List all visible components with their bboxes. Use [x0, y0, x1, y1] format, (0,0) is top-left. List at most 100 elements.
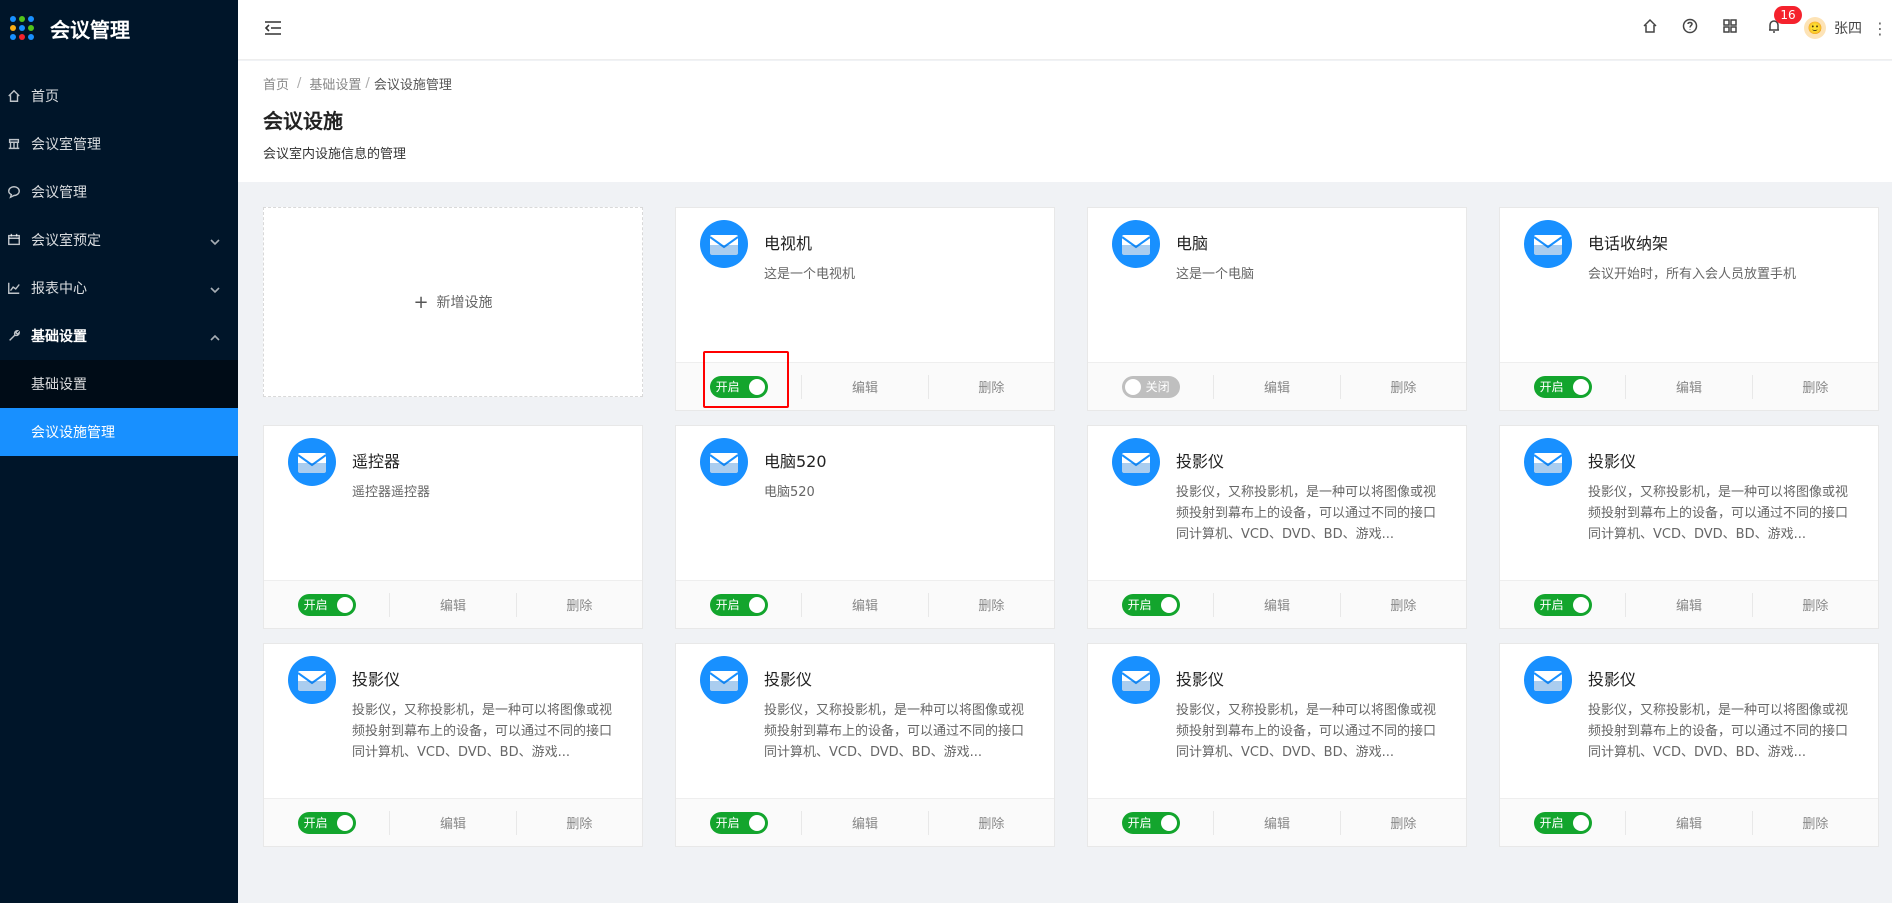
facility-title: 电视机	[764, 234, 813, 253]
sidebar-item-label: 会议室预定	[31, 233, 101, 249]
menu-fold-icon[interactable]	[263, 19, 283, 37]
edit-button[interactable]: 编辑	[1626, 374, 1753, 399]
delete-button[interactable]: 删除	[517, 811, 642, 835]
breadcrumb-basic-settings[interactable]: 基础设置	[309, 74, 361, 93]
edit-button[interactable]: 编辑	[1626, 592, 1753, 617]
sidebar-subitem-facility-management[interactable]: 会议设施管理	[0, 408, 238, 456]
status-switch[interactable]: 开启	[1533, 375, 1592, 398]
delete-button[interactable]: 删除	[929, 375, 1054, 399]
facility-description: 投影仪，又称投影机，是一种可以将图像或视频投射到幕布上的设备，可以通过不同的接口…	[1588, 703, 1849, 760]
delete-button[interactable]: 删除	[1341, 375, 1466, 399]
edit-button[interactable]: 编辑	[802, 374, 929, 399]
add-facility-button[interactable]: + 新增设施	[263, 207, 643, 397]
breadcrumb-separator: /	[297, 75, 302, 91]
facility-title: 电脑520	[764, 452, 827, 471]
facility-description: 遥控器遥控器	[352, 485, 431, 500]
delete-button[interactable]: 删除	[1341, 593, 1466, 617]
edit-button[interactable]: 编辑	[1214, 374, 1341, 399]
help-button[interactable]	[1670, 0, 1710, 56]
sidebar: 会议管理 首页 会议室管理 会议管理 会议室预定 报表中心 基础设置 基础设置 …	[0, 0, 238, 903]
sidebar-subitem-basic-settings[interactable]: 基础设置	[0, 360, 238, 408]
facility-card: 电脑 这是一个电脑 关闭 编辑 删除	[1087, 207, 1467, 411]
envelope-icon	[700, 656, 748, 704]
submenu-basic-settings: 基础设置 会议设施管理	[0, 360, 238, 456]
edit-button[interactable]: 编辑	[1214, 810, 1341, 835]
edit-button[interactable]: 编辑	[802, 810, 929, 835]
status-switch[interactable]: 开启	[709, 811, 768, 834]
facility-card-grid: + 新增设施 电视机 这是一个电视机 开启 编辑 删除 电脑 这是一个电脑 关闭…	[263, 207, 1879, 847]
status-switch[interactable]: 开启	[1533, 811, 1592, 834]
edit-button[interactable]: 编辑	[802, 592, 929, 617]
apps-button[interactable]	[1710, 0, 1750, 56]
facility-card: 投影仪 投影仪，又称投影机，是一种可以将图像或视频投射到幕布上的设备，可以通过不…	[1499, 425, 1879, 629]
question-icon	[1682, 18, 1698, 38]
home-icon	[6, 88, 22, 104]
status-toggle-cell: 开启	[1088, 810, 1215, 835]
breadcrumb-home[interactable]: 首页	[263, 74, 289, 93]
sidebar-item-reports[interactable]: 报表中心	[0, 264, 238, 312]
delete-button[interactable]: 删除	[929, 811, 1054, 835]
facility-card-actions: 开启 编辑 删除	[1088, 798, 1466, 846]
facility-title: 投影仪	[764, 670, 813, 689]
envelope-icon	[1112, 220, 1160, 268]
sidebar-item-meetings[interactable]: 会议管理	[0, 168, 238, 216]
facility-card-text: 遥控器 遥控器遥控器	[352, 438, 618, 581]
facility-card-body: 电话收纳架 会议开始时，所有入会人员放置手机	[1500, 208, 1878, 363]
user-menu[interactable]: 🙂 张四	[1804, 17, 1862, 39]
home-button[interactable]	[1630, 0, 1670, 56]
sidebar-item-room-booking[interactable]: 会议室预定	[0, 216, 238, 264]
delete-button[interactable]: 删除	[1753, 811, 1878, 835]
status-switch[interactable]: 开启	[297, 811, 356, 834]
envelope-icon	[700, 220, 748, 268]
sidebar-item-home[interactable]: 首页	[0, 72, 238, 120]
envelope-icon	[1112, 438, 1160, 486]
facility-card-text: 电脑 这是一个电脑	[1176, 220, 1442, 363]
facility-card-body: 遥控器 遥控器遥控器	[264, 426, 642, 581]
notification-badge: 16	[1774, 6, 1802, 24]
facility-card-actions: 开启 编辑 删除	[264, 798, 642, 846]
edit-button[interactable]: 编辑	[1214, 592, 1341, 617]
delete-button[interactable]: 删除	[929, 593, 1054, 617]
status-toggle-cell: 开启	[1500, 810, 1627, 835]
facility-title: 电脑	[1176, 234, 1209, 253]
status-toggle-cell: 开启	[676, 810, 803, 835]
facility-card-text: 投影仪 投影仪，又称投影机，是一种可以将图像或视频投射到幕布上的设备，可以通过不…	[1588, 656, 1854, 799]
edit-button[interactable]: 编辑	[1626, 810, 1753, 835]
facility-card-actions: 开启 编辑 删除	[676, 798, 1054, 846]
edit-button[interactable]: 编辑	[390, 592, 517, 617]
facility-card-actions: 开启 编辑 删除	[1500, 580, 1878, 628]
delete-button[interactable]: 删除	[1753, 593, 1878, 617]
status-switch[interactable]: 开启	[1533, 593, 1592, 616]
status-toggle-cell: 开启	[676, 592, 803, 617]
facility-card-actions: 关闭 编辑 删除	[1088, 362, 1466, 410]
sidebar-item-rooms[interactable]: 会议室管理	[0, 120, 238, 168]
sidebar-item-label: 会议室管理	[31, 137, 101, 153]
wrench-icon	[6, 328, 22, 344]
status-switch[interactable]: 开启	[1121, 593, 1180, 616]
status-switch[interactable]: 开启	[709, 593, 768, 616]
sidebar-item-label: 基础设置	[31, 329, 87, 345]
status-switch[interactable]: 开启	[1121, 811, 1180, 834]
status-switch[interactable]: 开启	[297, 593, 356, 616]
delete-button[interactable]: 删除	[1753, 375, 1878, 399]
delete-button[interactable]: 删除	[1341, 811, 1466, 835]
facility-title: 投影仪	[352, 670, 401, 689]
facility-card-body: 投影仪 投影仪，又称投影机，是一种可以将图像或视频投射到幕布上的设备，可以通过不…	[676, 644, 1054, 799]
sidebar-item-label: 会议管理	[31, 185, 87, 201]
facility-card-body: 电视机 这是一个电视机	[676, 208, 1054, 363]
notifications-button[interactable]: 16	[1754, 0, 1802, 56]
facility-card: 投影仪 投影仪，又称投影机，是一种可以将图像或视频投射到幕布上的设备，可以通过不…	[263, 643, 643, 847]
sidebar-item-basic-settings[interactable]: 基础设置	[0, 312, 238, 360]
delete-button[interactable]: 删除	[517, 593, 642, 617]
status-switch[interactable]: 关闭	[1121, 375, 1180, 398]
facility-card-actions: 开启 编辑 删除	[676, 580, 1054, 628]
facility-title: 电话收纳架	[1588, 234, 1669, 253]
chevron-down-icon	[210, 235, 220, 246]
edit-button[interactable]: 编辑	[390, 810, 517, 835]
chevron-down-icon	[210, 283, 220, 294]
more-vertical-icon[interactable]: ⋮	[1868, 0, 1892, 56]
facility-card-text: 电视机 这是一个电视机	[764, 220, 1030, 363]
status-switch[interactable]: 开启	[709, 375, 768, 398]
facility-card: 投影仪 投影仪，又称投影机，是一种可以将图像或视频投射到幕布上的设备，可以通过不…	[1087, 425, 1467, 629]
app-logo[interactable]: 会议管理	[0, 0, 238, 56]
